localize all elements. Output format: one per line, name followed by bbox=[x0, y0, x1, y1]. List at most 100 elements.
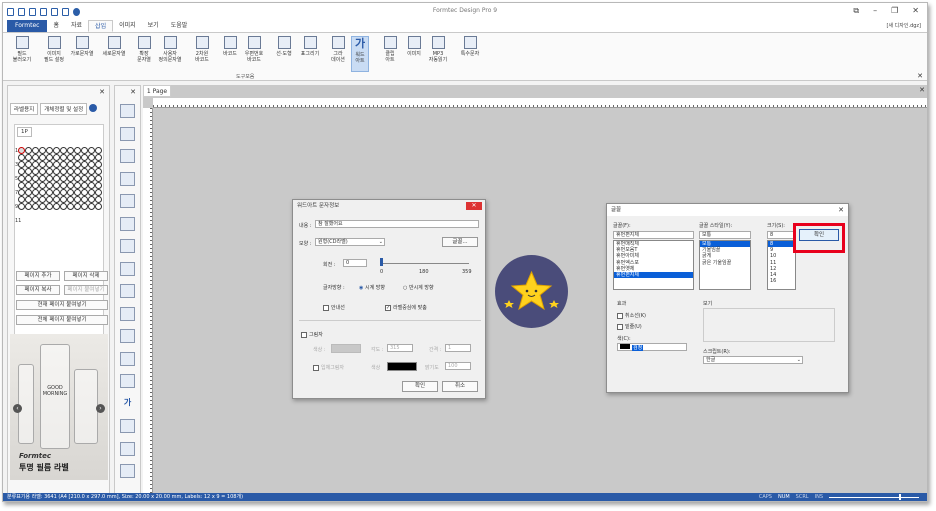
ribbon-button-clipart[interactable]: 클립 아트 bbox=[377, 36, 403, 72]
list-item[interactable]: 굵은 기울임꼴 bbox=[700, 260, 750, 266]
label-cell[interactable] bbox=[74, 147, 81, 154]
tab-help[interactable]: 도움말 bbox=[165, 20, 194, 32]
label-cell[interactable] bbox=[46, 196, 53, 203]
label-cell[interactable] bbox=[32, 161, 39, 168]
label-cell[interactable] bbox=[53, 182, 60, 189]
close-button[interactable]: ✕ bbox=[912, 6, 919, 16]
label-cell[interactable] bbox=[39, 147, 46, 154]
label-cell[interactable] bbox=[74, 154, 81, 161]
center-checkbox[interactable]: ✓ 라벨중심에 맞춤 bbox=[385, 304, 427, 311]
label-cell[interactable] bbox=[67, 175, 74, 182]
ribbon-button-image[interactable]: 이미지 bbox=[401, 36, 427, 72]
label-cell[interactable] bbox=[74, 196, 81, 203]
font-style-input[interactable]: 보통 bbox=[699, 231, 751, 239]
tab-image[interactable]: 이미지 bbox=[113, 20, 142, 32]
label-cell[interactable] bbox=[81, 203, 88, 210]
label-cell[interactable] bbox=[81, 182, 88, 189]
add-page-button[interactable]: 페이지 추가 bbox=[16, 271, 60, 281]
label-grid[interactable] bbox=[18, 147, 102, 210]
label-cell[interactable] bbox=[81, 147, 88, 154]
label-cell[interactable] bbox=[95, 189, 102, 196]
label-cell[interactable] bbox=[95, 161, 102, 168]
next-icon[interactable]: › bbox=[96, 404, 105, 413]
label-cell[interactable] bbox=[32, 182, 39, 189]
page-tab-1[interactable]: 1 Page bbox=[143, 85, 171, 97]
label-cell[interactable] bbox=[74, 175, 81, 182]
label-cell[interactable] bbox=[25, 189, 32, 196]
angle-input[interactable]: 315 bbox=[387, 344, 413, 352]
doc-close-icon[interactable]: ✕ bbox=[919, 86, 925, 94]
postal-barcode-icon[interactable] bbox=[120, 306, 135, 321]
copy-page-button[interactable]: 페이지 복사 bbox=[16, 285, 60, 295]
label-cell[interactable] bbox=[74, 189, 81, 196]
label-cell[interactable] bbox=[67, 203, 74, 210]
label-cell[interactable] bbox=[53, 168, 60, 175]
ribbon-button-extended-text[interactable]: 확장 문자열 bbox=[131, 36, 157, 72]
font-button[interactable]: 글꼴... bbox=[442, 237, 478, 247]
custom-text-icon[interactable] bbox=[120, 239, 135, 253]
label-cell[interactable] bbox=[81, 189, 88, 196]
label-cell[interactable] bbox=[67, 147, 74, 154]
zoom-thumb[interactable] bbox=[899, 494, 901, 500]
rotate-input[interactable]: 0 bbox=[343, 259, 367, 267]
shadow-color-select[interactable] bbox=[331, 344, 361, 353]
font-ok-button[interactable]: 확인 bbox=[799, 229, 839, 241]
clipart-icon[interactable] bbox=[120, 419, 135, 433]
ribbon-button-horizontal-text[interactable]: 가로문자열 bbox=[69, 36, 95, 72]
label-cell[interactable] bbox=[25, 168, 32, 175]
font-size-input[interactable]: 8 bbox=[767, 231, 796, 239]
zoom-slider[interactable] bbox=[829, 494, 919, 500]
restore-layout-icon[interactable]: ⧉ bbox=[853, 6, 859, 16]
label-cell[interactable] bbox=[18, 161, 25, 168]
label-cell[interactable] bbox=[46, 161, 53, 168]
ribbon-button-mp3[interactable]: MP3 자동읽기 bbox=[425, 36, 451, 72]
label-cell[interactable] bbox=[39, 203, 46, 210]
ribbon-button-shape[interactable]: 선·도형 bbox=[271, 36, 297, 72]
settings-icon[interactable] bbox=[89, 104, 98, 112]
label-cell[interactable] bbox=[39, 154, 46, 161]
label-cell[interactable] bbox=[18, 189, 25, 196]
text-icon[interactable] bbox=[120, 171, 135, 186]
label-cell[interactable] bbox=[88, 203, 95, 210]
shape-icon[interactable] bbox=[120, 329, 135, 343]
label-cell[interactable] bbox=[39, 182, 46, 189]
ribbon-button-image-field[interactable]: 이미지 필드 설정 bbox=[41, 36, 67, 72]
label-cell[interactable] bbox=[88, 196, 95, 203]
label-cell[interactable] bbox=[95, 175, 102, 182]
list-item[interactable]: 휴먼편지체 bbox=[614, 272, 693, 279]
paste-all-pages-button[interactable]: 전체 페이지 붙여넣기 bbox=[16, 315, 108, 325]
label-cell[interactable] bbox=[53, 147, 60, 154]
label-cell[interactable] bbox=[39, 161, 46, 168]
label-cell[interactable] bbox=[39, 189, 46, 196]
ribbon-button-table[interactable]: 표그리기 bbox=[297, 36, 323, 72]
label-cell[interactable] bbox=[46, 154, 53, 161]
counterclockwise-radio[interactable]: ○ 반시계 방향 bbox=[403, 284, 434, 291]
label-cell[interactable] bbox=[60, 189, 67, 196]
font-style-list[interactable]: 보통 기울임꼴 굵게 굵은 기울임꼴 bbox=[699, 240, 751, 290]
ok-button[interactable]: 확인 bbox=[402, 381, 438, 392]
label-cell[interactable] bbox=[67, 168, 74, 175]
guide-checkbox[interactable]: 안내선 bbox=[323, 304, 345, 311]
label-cell[interactable] bbox=[53, 189, 60, 196]
label-cell[interactable] bbox=[67, 182, 74, 189]
ribbon-button-qr-code[interactable]: 2차원 바코드 bbox=[189, 36, 215, 72]
label-cell[interactable] bbox=[67, 189, 74, 196]
label-cell[interactable] bbox=[88, 147, 95, 154]
label-cell[interactable] bbox=[81, 168, 88, 175]
label-cell[interactable] bbox=[32, 168, 39, 175]
label-cell[interactable] bbox=[60, 147, 67, 154]
wordart-close-button[interactable]: ✕ bbox=[466, 202, 482, 210]
barcode-icon[interactable] bbox=[120, 284, 135, 298]
label-cell[interactable] bbox=[46, 203, 53, 210]
label-cell[interactable] bbox=[60, 154, 67, 161]
label-cell[interactable] bbox=[32, 203, 39, 210]
font-name-list[interactable]: 휴먼매직체 휴먼모음T 휴먼아미체 휴먼엑스포 휴먼옛체 휴먼편지체 bbox=[613, 240, 694, 290]
color-select[interactable]: 검정 bbox=[617, 343, 687, 351]
panel-close-icon[interactable]: ✕ bbox=[99, 88, 105, 96]
label-cell[interactable] bbox=[46, 189, 53, 196]
mp3-icon[interactable] bbox=[120, 464, 135, 478]
label-cell[interactable] bbox=[32, 154, 39, 161]
image-icon[interactable] bbox=[120, 441, 135, 456]
tab-home[interactable]: 홈 bbox=[47, 20, 65, 32]
label-cell[interactable] bbox=[74, 203, 81, 210]
